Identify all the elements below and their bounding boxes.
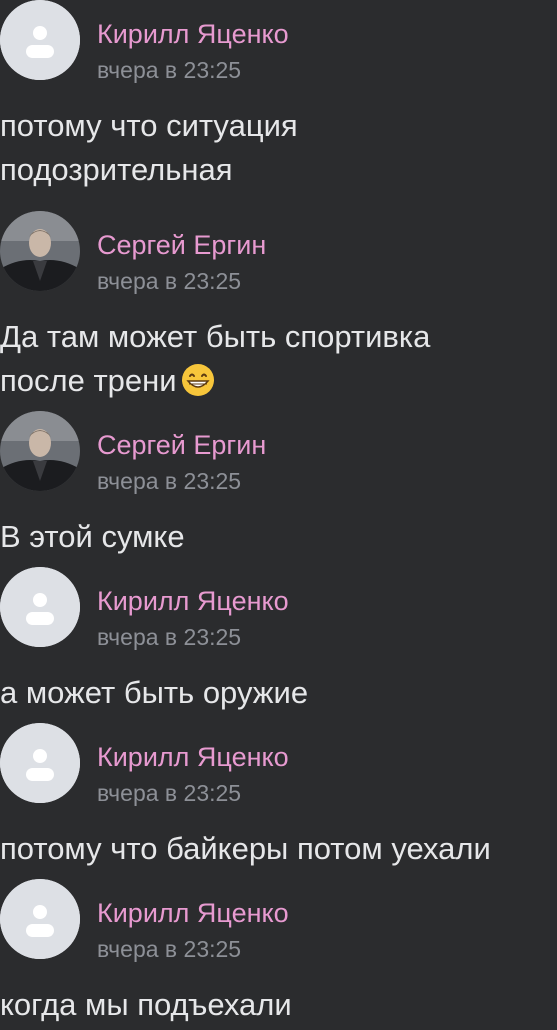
grinning-face-emoji-icon	[181, 363, 215, 409]
avatar[interactable]	[0, 723, 80, 803]
timestamp[interactable]: вчера в 23:25	[97, 267, 241, 295]
default-user-icon	[0, 723, 80, 803]
author-name[interactable]: Сергей Ергин	[97, 429, 266, 461]
message-feed: Кирилл Яценко вчера в 23:25 потому что с…	[0, 0, 557, 1030]
message-text: потому что байкеры потом уехали	[0, 831, 491, 866]
avatar[interactable]	[0, 411, 80, 491]
message-text: когда мы подъехали	[0, 987, 292, 1022]
timestamp[interactable]: вчера в 23:25	[97, 467, 241, 495]
message-text-content: Да там может быть спортивка после трени	[0, 319, 431, 398]
avatar[interactable]	[0, 0, 80, 80]
timestamp[interactable]: вчера в 23:25	[97, 779, 241, 807]
message-text: потому что ситуация подозрительная	[0, 108, 298, 187]
default-user-icon	[0, 567, 80, 647]
default-user-icon	[0, 879, 80, 959]
author-name[interactable]: Кирилл Яценко	[97, 585, 289, 617]
avatar[interactable]	[0, 567, 80, 647]
avatar[interactable]	[0, 211, 80, 291]
author-name[interactable]: Сергей Ергин	[97, 229, 266, 261]
message-text: В этой сумке	[0, 519, 185, 554]
author-name[interactable]: Кирилл Яценко	[97, 897, 289, 929]
timestamp[interactable]: вчера в 23:25	[97, 56, 241, 84]
author-name[interactable]: Кирилл Яценко	[97, 741, 289, 773]
timestamp[interactable]: вчера в 23:25	[97, 935, 241, 963]
author-name[interactable]: Кирилл Яценко	[97, 18, 289, 50]
timestamp[interactable]: вчера в 23:25	[97, 623, 241, 651]
user-photo-icon	[0, 211, 80, 291]
message-text: а может быть оружие	[0, 675, 309, 710]
default-user-icon	[0, 0, 80, 80]
user-photo-icon	[0, 411, 80, 491]
message-text: Да там может быть спортивка после трени	[0, 315, 557, 409]
avatar[interactable]	[0, 879, 80, 959]
